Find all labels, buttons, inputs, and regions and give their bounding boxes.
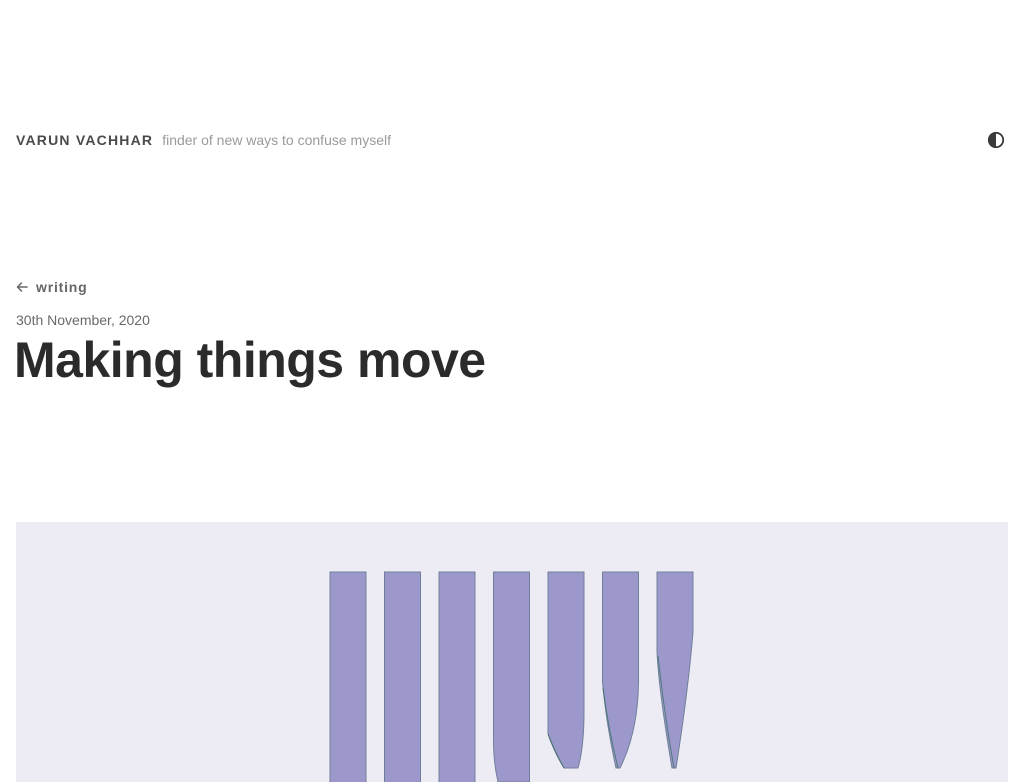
bar-1 (329, 571, 367, 782)
site-header: VARUN VACHHAR finder of new ways to conf… (16, 128, 1008, 152)
site-name-link[interactable]: VARUN VACHHAR (16, 132, 153, 148)
arrow-left-icon (16, 282, 28, 292)
contrast-icon[interactable] (987, 131, 1005, 149)
bar-7 (656, 571, 694, 769)
back-to-writing-link[interactable]: writing (16, 279, 87, 295)
post-title: Making things move (14, 332, 486, 388)
bar-2 (384, 571, 421, 782)
back-link-label: writing (36, 279, 88, 295)
animation-figure (16, 522, 1008, 782)
bars-illustration (329, 571, 694, 782)
bar-6 (602, 571, 639, 769)
bar-4 (493, 571, 530, 782)
bar-3 (438, 571, 476, 782)
post-date: 30th November, 2020 (16, 312, 150, 328)
site-tagline: finder of new ways to confuse myself (162, 132, 391, 148)
bar-5 (547, 571, 585, 769)
